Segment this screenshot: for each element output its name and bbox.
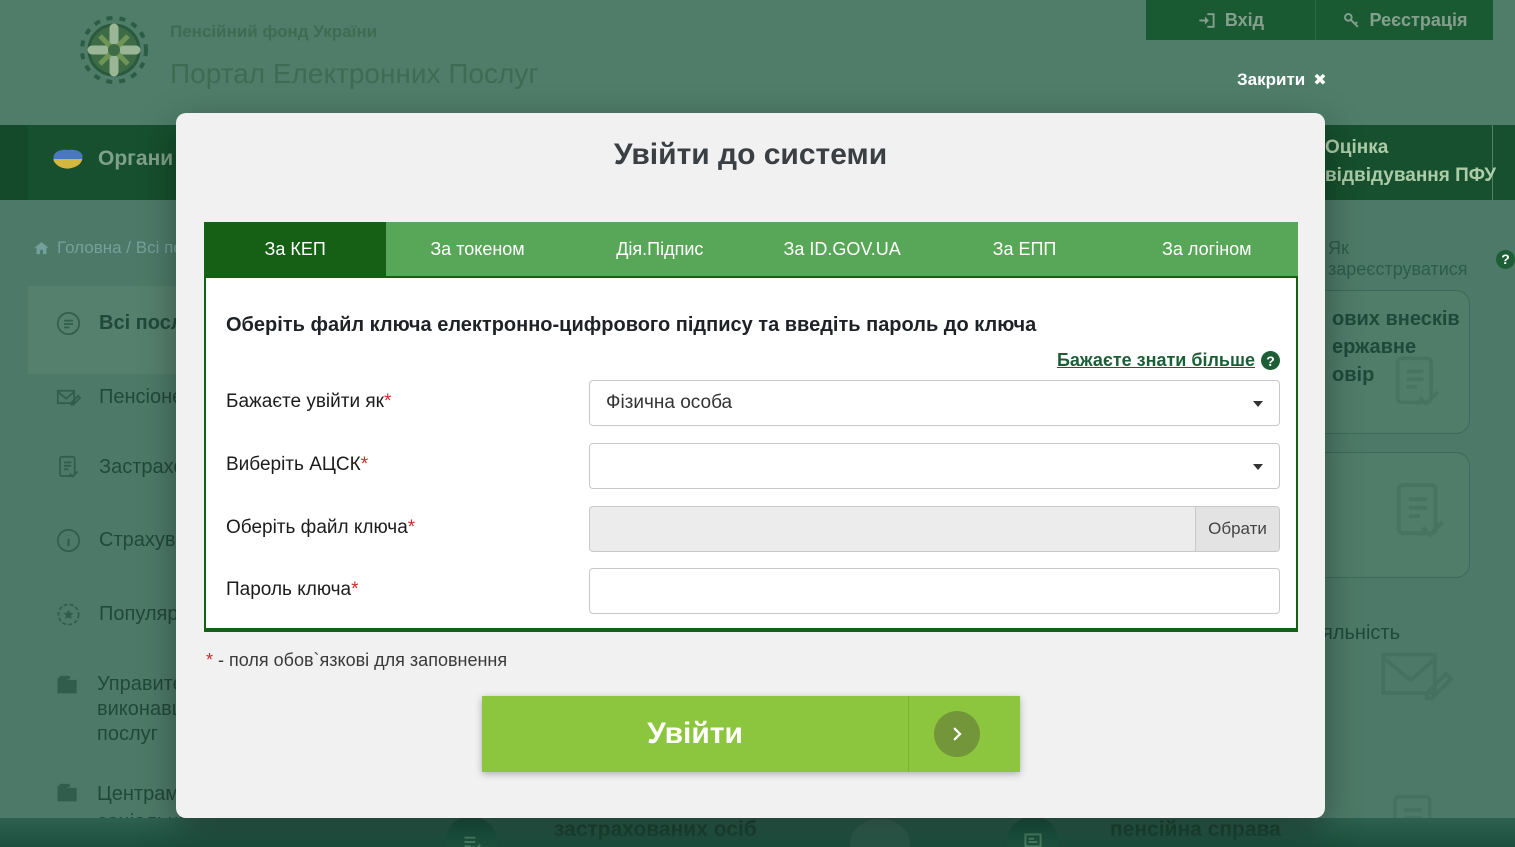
question-circle-icon: ? bbox=[1261, 351, 1280, 370]
ukraine-flag-icon bbox=[50, 146, 86, 172]
envelope-pencil-icon bbox=[1378, 648, 1456, 711]
login-button[interactable]: Вхід bbox=[1146, 0, 1315, 40]
required-mark: * bbox=[408, 517, 415, 538]
field-row-password: Пароль ключа* bbox=[226, 568, 1280, 614]
login-modal: Увійти до системи За КЕП За токеном Дія.… bbox=[176, 113, 1325, 818]
close-label: Закрити bbox=[1237, 70, 1305, 90]
document-check-icon bbox=[1386, 478, 1454, 551]
login-as-select[interactable]: Фізична особа bbox=[589, 380, 1280, 426]
bottom-band bbox=[0, 818, 1515, 847]
portal-title: Портал Електронних Послуг bbox=[170, 58, 539, 90]
how-to-register-link[interactable]: Як зареєструватися ? bbox=[1328, 238, 1515, 280]
sidebar-item-pensioner[interactable]: Пенсіонер bbox=[55, 384, 194, 411]
nav-item-organy[interactable]: Органи П bbox=[50, 146, 194, 172]
password-field-wrap bbox=[589, 568, 1280, 614]
tab-login[interactable]: За логіном bbox=[1116, 222, 1298, 276]
nav-right-line1: Оцінка bbox=[1325, 134, 1496, 162]
required-mark: * bbox=[351, 579, 358, 600]
know-more-label: Бажаєте знати більше bbox=[1057, 350, 1255, 371]
breadcrumb-text: Головна / Всі пос bbox=[57, 238, 191, 258]
key-icon bbox=[1342, 11, 1361, 30]
nav-right-line2: відвідування ПФУ bbox=[1325, 162, 1496, 190]
login-form-panel: Оберіть файл ключа електронно-цифрового … bbox=[204, 276, 1298, 632]
chevron-down-icon bbox=[1253, 401, 1263, 407]
key-password-input[interactable] bbox=[589, 568, 1280, 614]
field-label: Оберіть файл ключа* bbox=[226, 517, 415, 539]
navbar-edge bbox=[0, 125, 28, 200]
info-circle-icon bbox=[55, 527, 82, 554]
required-fields-note: * - поля обов`язкові для заповнення bbox=[206, 650, 507, 671]
field-row-key-file: Оберіть файл ключа* Обрати bbox=[226, 506, 1280, 552]
close-modal-button[interactable]: Закрити ✖ bbox=[1237, 70, 1327, 90]
field-label: Бажаєте увійти як* bbox=[226, 391, 391, 413]
required-mark: * bbox=[206, 650, 213, 670]
arrow-right-circle-icon bbox=[934, 711, 980, 757]
login-label: Вхід bbox=[1225, 10, 1264, 31]
auth-bar: Вхід Реєстрація bbox=[1146, 0, 1493, 40]
badge-icon bbox=[55, 601, 82, 628]
bottom-item-label[interactable]: пенсійна справа bbox=[1110, 818, 1281, 842]
tab-epp[interactable]: За ЕПП bbox=[933, 222, 1115, 276]
field-label: Виберіть АЦСК* bbox=[226, 454, 368, 476]
chevron-down-icon bbox=[1253, 464, 1263, 470]
home-icon bbox=[33, 240, 50, 257]
selected-value: Фізична особа bbox=[606, 392, 732, 414]
key-file-input[interactable]: Обрати bbox=[589, 506, 1280, 552]
submit-login-button[interactable]: Увійти bbox=[482, 696, 1020, 772]
modal-title: Увійти до системи bbox=[176, 138, 1325, 172]
envelope-pencil-icon bbox=[55, 384, 82, 411]
nav-divider bbox=[1492, 125, 1493, 200]
document-check-icon bbox=[55, 454, 82, 481]
field-row-login-as: Бажаєте увійти як* Фізична особа bbox=[226, 380, 1280, 426]
field-row-acsk: Виберіть АЦСК* bbox=[226, 443, 1280, 489]
tab-id-gov-ua[interactable]: За ID.GOV.UA bbox=[751, 222, 933, 276]
form-heading: Оберіть файл ключа електронно-цифрового … bbox=[226, 314, 1036, 337]
close-icon: ✖ bbox=[1313, 70, 1326, 90]
tab-kep[interactable]: За КЕП bbox=[204, 222, 386, 276]
tab-diia-sign[interactable]: Дія.Підпис bbox=[569, 222, 751, 276]
folder-icon bbox=[53, 672, 80, 699]
sidebar-item-managers[interactable]: Управител виконавця послуг bbox=[53, 672, 195, 747]
know-more-link[interactable]: Бажаєте знати більше ? bbox=[1057, 350, 1280, 371]
login-method-tabs: За КЕП За токеном Дія.Підпис За ID.GOV.U… bbox=[204, 222, 1298, 276]
sign-in-icon bbox=[1197, 11, 1216, 30]
folder-icon bbox=[53, 780, 80, 807]
required-mark: * bbox=[384, 391, 391, 412]
sidebar-item-popular[interactable]: Популярні bbox=[55, 601, 194, 628]
activity-label: яльність bbox=[1322, 622, 1400, 645]
tab-token[interactable]: За токеном bbox=[386, 222, 568, 276]
submit-label: Увійти bbox=[482, 696, 909, 772]
document-check-icon bbox=[1386, 352, 1448, 419]
breadcrumb[interactable]: Головна / Всі пос bbox=[33, 238, 191, 258]
question-circle-icon: ? bbox=[1496, 250, 1515, 269]
nav-item-ocinka[interactable]: Оцінка відвідування ПФУ bbox=[1325, 134, 1496, 190]
page: Пенсійний фонд України Портал Електронни… bbox=[0, 0, 1515, 847]
field-label: Пароль ключа* bbox=[226, 579, 359, 601]
list-circle-icon bbox=[55, 310, 82, 337]
acsk-select[interactable] bbox=[589, 443, 1280, 489]
pfu-logo-icon bbox=[78, 13, 150, 87]
org-name: Пенсійний фонд України bbox=[170, 22, 377, 42]
required-mark: * bbox=[361, 454, 368, 475]
how-to-register-label: Як зареєструватися bbox=[1328, 238, 1488, 280]
register-label: Реєстрація bbox=[1370, 10, 1468, 31]
bottom-item-label[interactable]: застрахованих осіб bbox=[554, 818, 757, 842]
register-button[interactable]: Реєстрація bbox=[1315, 0, 1493, 40]
browse-button[interactable]: Обрати bbox=[1195, 507, 1279, 551]
